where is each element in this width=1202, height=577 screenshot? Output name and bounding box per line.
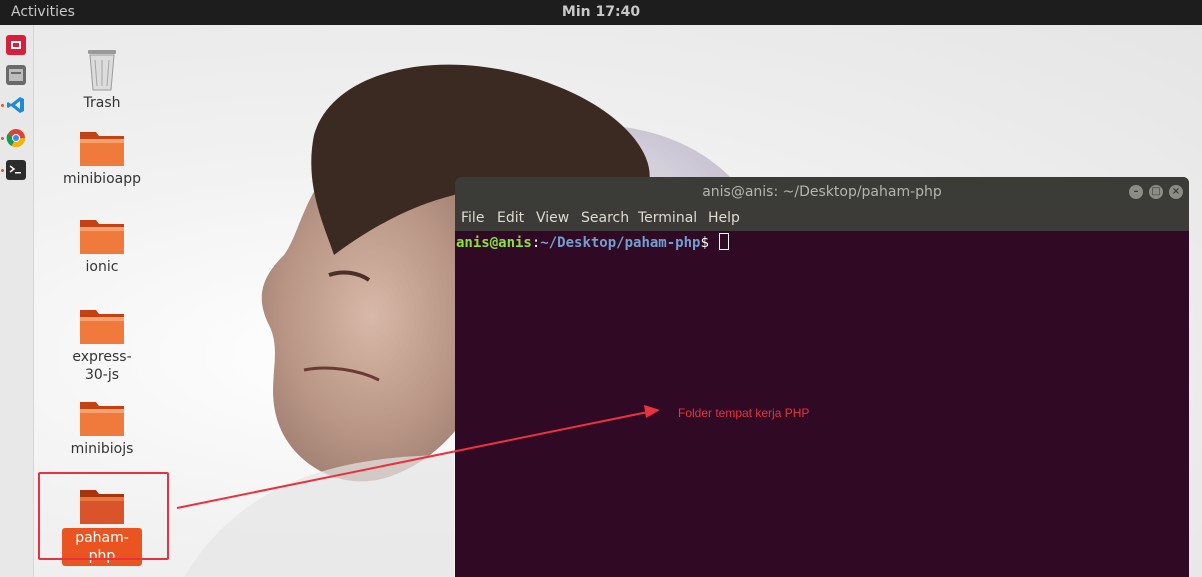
top-bar: Activities Min 17:40 xyxy=(0,0,1202,25)
prompt-symbol: $ xyxy=(700,235,709,251)
running-indicator xyxy=(1,169,4,172)
terminal-cursor xyxy=(719,233,730,250)
close-icon[interactable]: × xyxy=(1169,185,1183,199)
desktop-icon-trash[interactable]: Trash xyxy=(62,44,142,112)
menu-terminal[interactable]: Terminal xyxy=(638,210,697,226)
terminal-window[interactable]: anis@anis: ~/Desktop/paham-php – □ × Fil… xyxy=(455,177,1189,577)
menu-file[interactable]: File xyxy=(461,210,484,226)
desktop-icon-label: minibioapp xyxy=(63,171,141,187)
chrome-icon[interactable] xyxy=(6,128,26,148)
desktop-icon-express-30-js[interactable]: express-30-js xyxy=(62,306,142,384)
menu-view[interactable]: View xyxy=(536,210,569,226)
software-center-icon[interactable] xyxy=(6,35,26,55)
running-indicator xyxy=(1,104,4,107)
annotation-text: Folder tempat kerja PHP xyxy=(678,406,810,420)
prompt-path: ~/Desktop/paham-php xyxy=(540,235,701,251)
file-manager-icon[interactable] xyxy=(6,65,26,85)
folder-icon xyxy=(80,402,124,436)
terminal-icon[interactable] xyxy=(6,160,26,180)
prompt-user: anis@anis xyxy=(456,235,532,251)
desktop-icon-label: Trash xyxy=(83,95,121,111)
desktop-icon-minibioapp[interactable]: minibioapp xyxy=(62,128,142,188)
maximize-icon[interactable]: □ xyxy=(1149,185,1163,199)
clock[interactable]: Min 17:40 xyxy=(0,4,1202,20)
desktop-icon-label: minibiojs xyxy=(70,441,134,457)
desktop-icon-minibiojs[interactable]: minibiojs xyxy=(62,398,142,458)
menu-edit[interactable]: Edit xyxy=(497,210,524,226)
vscode-icon[interactable] xyxy=(6,95,26,115)
dock xyxy=(0,25,34,577)
folder-icon xyxy=(80,132,124,166)
desktop-icon-ionic[interactable]: ionic xyxy=(62,216,142,276)
terminal-menubar: File Edit View Search Terminal Help xyxy=(455,207,1189,231)
menu-search[interactable]: Search xyxy=(581,210,629,226)
annotation-highlight-box xyxy=(38,472,169,560)
terminal-title: anis@anis: ~/Desktop/paham-php xyxy=(702,184,942,200)
desktop-icon-label: express-30-js xyxy=(72,349,132,383)
terminal-prompt: anis@anis:~/Desktop/paham-php$ xyxy=(456,233,730,251)
terminal-titlebar[interactable]: anis@anis: ~/Desktop/paham-php – □ × xyxy=(455,177,1189,207)
folder-icon xyxy=(80,310,124,344)
desktop-icon-label: ionic xyxy=(85,259,119,275)
running-indicator xyxy=(1,137,4,140)
folder-icon xyxy=(80,220,124,254)
minimize-icon[interactable]: – xyxy=(1129,185,1143,199)
menu-help[interactable]: Help xyxy=(708,210,740,226)
trash-icon xyxy=(88,50,116,91)
terminal-body[interactable]: anis@anis:~/Desktop/paham-php$ xyxy=(455,231,1189,577)
